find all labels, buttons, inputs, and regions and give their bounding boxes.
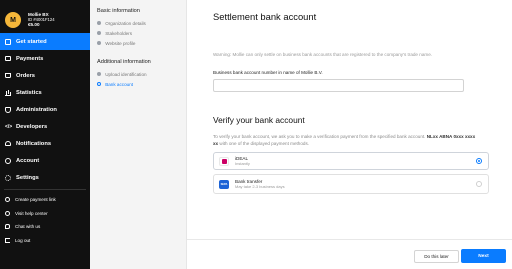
step-label: Organization details	[105, 20, 146, 26]
sidebar-item-get-started[interactable]: Get started	[0, 33, 90, 50]
settlement-warning: Warning: Mollie can only settle on busin…	[213, 52, 433, 57]
organization-avatar: M	[5, 12, 21, 28]
steps-group-title: Basic information	[97, 8, 140, 14]
next-button[interactable]: Next	[461, 249, 506, 263]
sidebar-item-statistics[interactable]: Statistics	[0, 84, 90, 101]
check-icon	[97, 20, 102, 26]
organization-switcher[interactable]: M Mollie BX ID #4001F124 €5.00	[0, 0, 90, 32]
help-center-link[interactable]: Visit help center	[0, 207, 90, 221]
code-icon: </>	[5, 123, 13, 130]
utility-label: Log out	[15, 237, 31, 243]
step-label: Website profile	[105, 40, 136, 46]
utility-label: Chat with us	[15, 224, 41, 230]
sidebar-item-label: Notifications	[16, 140, 52, 147]
check-icon	[97, 30, 102, 36]
utility-label: Create payment link	[15, 197, 56, 203]
current-step-icon	[97, 81, 102, 87]
payment-method-subtitle: Instantly	[235, 161, 250, 167]
utility-nav: Create payment link Visit help center Ch…	[0, 193, 90, 247]
step-bank-account[interactable]: Bank account	[97, 79, 186, 89]
sidebar-item-label: Statistics	[16, 89, 42, 96]
sidebar-item-account[interactable]: Account	[0, 152, 90, 169]
bank-account-label: Business bank account number in name of …	[213, 70, 323, 75]
step-stakeholders[interactable]: Stakeholders	[97, 28, 186, 38]
step-website-profile[interactable]: Website profile	[97, 38, 186, 48]
sidebar: M Mollie BX ID #4001F124 €5.00 Get start…	[0, 0, 90, 269]
payment-method-text: iDEAL Instantly	[235, 156, 250, 167]
sidebar-item-label: Settings	[16, 174, 39, 181]
sidebar-item-settings[interactable]: Settings	[0, 169, 90, 186]
sidebar-item-label: Account	[16, 157, 40, 164]
step-label: Bank account	[105, 81, 134, 87]
step-organization-details[interactable]: Organization details	[97, 18, 186, 28]
plus-circle-icon	[5, 197, 10, 203]
main-content: Settlement bank account Warning: Mollie …	[187, 0, 512, 269]
main-nav: Get started Payments Orders Statistics A…	[0, 33, 90, 186]
chat-link[interactable]: Chat with us	[0, 220, 90, 234]
steps-group-title: Additional information	[97, 59, 151, 65]
help-icon	[5, 210, 10, 216]
payment-method-radio[interactable]	[476, 158, 482, 165]
organization-balance: €5.00	[28, 22, 40, 28]
verify-description: To verify your bank account, we ask you …	[213, 133, 481, 147]
sidebar-item-orders[interactable]: Orders	[0, 67, 90, 84]
bank-account-input[interactable]	[213, 79, 464, 92]
sidebar-item-label: Administration	[16, 106, 57, 113]
verify-title: Verify your bank account	[213, 115, 305, 125]
do-this-later-button[interactable]: Do this later	[414, 250, 459, 263]
chat-icon	[5, 224, 10, 230]
logout-link[interactable]: Log out	[0, 234, 90, 248]
gear-icon	[5, 174, 11, 181]
payment-method-text: Bank transfer May take 2-3 business days	[235, 179, 285, 190]
step-label: Stakeholders	[105, 30, 133, 36]
check-icon	[97, 71, 102, 77]
payment-method-bank-transfer[interactable]: SEPA Bank transfer May take 2-3 business…	[213, 174, 489, 195]
step-upload-identification[interactable]: Upload identification	[97, 69, 186, 79]
onboarding-steps: Basic information Organization details S…	[90, 0, 187, 269]
sidebar-item-label: Developers	[16, 123, 48, 130]
sidebar-item-payments[interactable]: Payments	[0, 50, 90, 67]
bag-icon	[5, 73, 11, 78]
home-icon	[5, 38, 11, 45]
payment-method-ideal[interactable]: iDEAL Instantly	[213, 152, 489, 171]
utility-label: Visit help center	[15, 210, 48, 216]
logout-icon	[5, 237, 10, 243]
bell-icon	[5, 141, 11, 146]
card-icon	[5, 56, 11, 61]
admin-icon	[5, 106, 11, 113]
ideal-logo	[219, 156, 229, 166]
sidebar-divider	[4, 189, 86, 190]
organization-info: Mollie BX ID #4001F124 €5.00	[28, 12, 55, 27]
bank-transfer-logo: SEPA	[219, 179, 229, 189]
payment-method-radio[interactable]	[476, 181, 482, 188]
user-icon	[5, 157, 11, 164]
sidebar-item-developers[interactable]: </> Developers	[0, 118, 90, 135]
sidebar-item-label: Orders	[16, 72, 36, 79]
verify-text: To verify your bank account, we ask you …	[213, 134, 426, 139]
form-footer: Do this later Next	[187, 239, 512, 269]
check-icon	[97, 40, 102, 46]
sidebar-item-label: Payments	[16, 55, 44, 62]
sidebar-item-label: Get started	[16, 38, 47, 45]
verify-text: with one of the displayed payment method…	[219, 141, 310, 147]
page-title: Settlement bank account	[213, 11, 317, 22]
sidebar-item-notifications[interactable]: Notifications	[0, 135, 90, 152]
step-label: Upload identification	[105, 71, 147, 77]
create-payment-link-link[interactable]: Create payment link	[0, 193, 90, 207]
sidebar-item-administration[interactable]: Administration	[0, 101, 90, 118]
bank-account-form: Settlement bank account Warning: Mollie …	[213, 0, 489, 195]
chart-icon	[5, 90, 11, 96]
payment-method-subtitle: May take 2-3 business days	[235, 184, 285, 190]
